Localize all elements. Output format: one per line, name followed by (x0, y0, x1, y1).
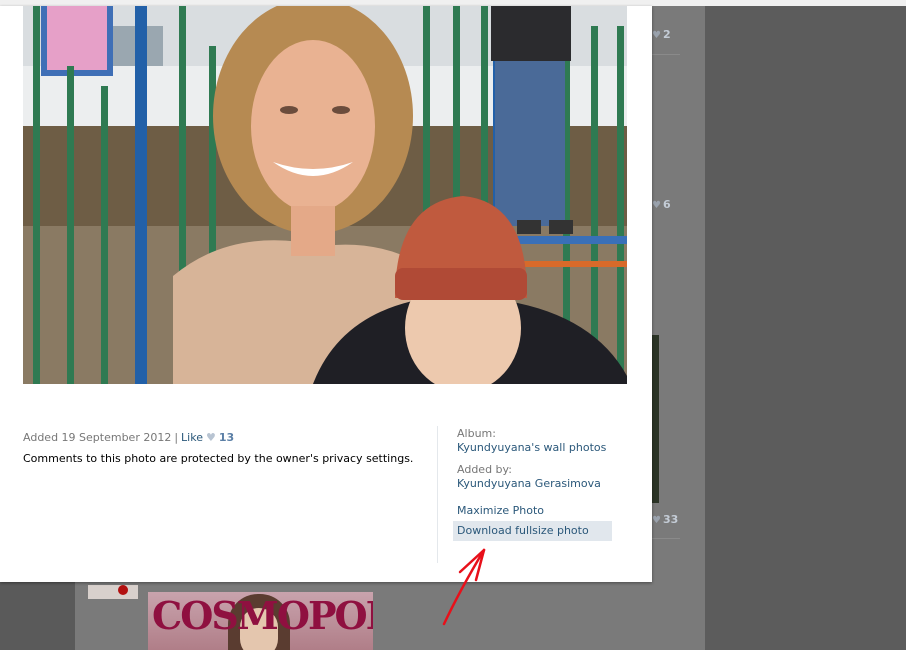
background-like-counter: ♥ 33 (652, 513, 679, 526)
photo-actions: Maximize Photo Download fullsize photo (453, 501, 627, 541)
magazine-masthead: COSMOPOLITAN (152, 593, 373, 638)
photo-viewer: Added 19 September 2012 | Like ♥ 13 Comments… (0, 6, 652, 582)
album-link[interactable]: Kyundyuyana's wall photos (457, 441, 627, 455)
added-by-label: Added by: (457, 463, 512, 476)
photo-image (23, 6, 627, 384)
privacy-notice: Comments to this photo are protected by … (23, 452, 414, 465)
added-by-group: Added by: Kyundyuyana Gerasimova (457, 463, 627, 491)
background-thumbnail[interactable] (88, 585, 138, 599)
heart-icon[interactable]: ♥ (206, 431, 216, 444)
album-group: Album: Kyundyuyana's wall photos (457, 427, 627, 455)
photo-info: Added 19 September 2012 | Like ♥ 13 Comments… (23, 431, 423, 466)
background-page-right (705, 6, 906, 650)
background-image-strip (652, 335, 659, 503)
background-row-divider (652, 537, 680, 539)
like-button[interactable]: Like (181, 431, 203, 444)
annotation-arrow (442, 548, 486, 626)
maximize-photo-button[interactable]: Maximize Photo (453, 501, 612, 521)
separator: | (174, 431, 179, 444)
author-link[interactable]: Kyundyuyana Gerasimova (457, 477, 627, 491)
like-count[interactable]: 13 (219, 431, 234, 444)
download-fullsize-button[interactable]: Download fullsize photo (453, 521, 612, 541)
background-like-counter: ♥ 2 (652, 28, 671, 41)
background-row-divider (652, 53, 680, 55)
background-magazine-thumbnail[interactable]: COSMOPOLITAN (148, 592, 373, 650)
main-photo[interactable] (23, 6, 627, 384)
background-like-counter: ♥ 6 (652, 198, 671, 211)
added-date: Added 19 September 2012 (23, 431, 172, 444)
photo-meta: Added 19 September 2012 | Like ♥ 13 (23, 431, 423, 445)
album-label: Album: (457, 427, 496, 440)
photo-sidebar: Album: Kyundyuyana's wall photos Added b… (453, 427, 627, 541)
